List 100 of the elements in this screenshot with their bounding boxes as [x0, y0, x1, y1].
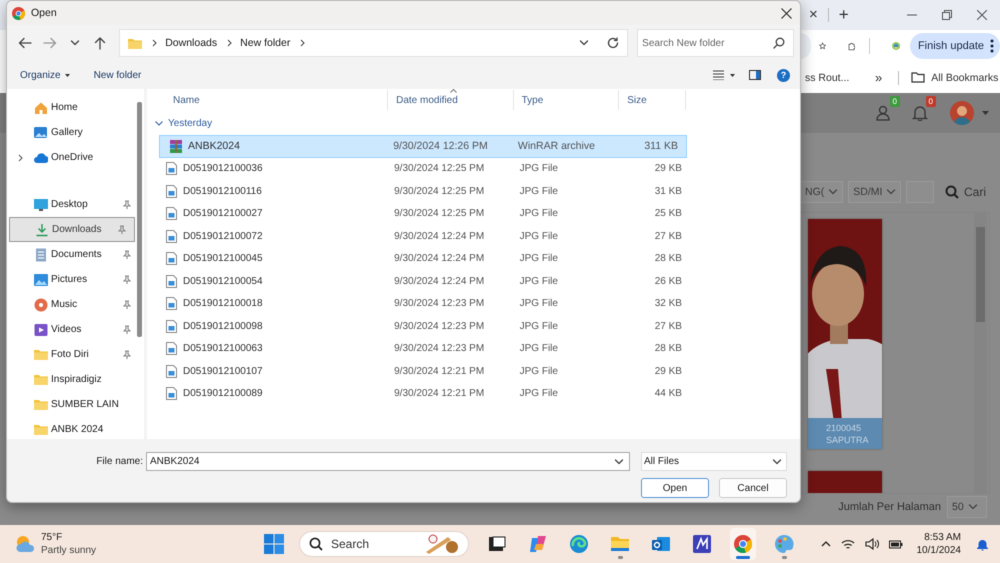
- close-icon[interactable]: [781, 8, 792, 18]
- file-name: D0519012100036: [183, 163, 263, 174]
- palette-icon: [774, 534, 794, 554]
- video-icon: [34, 322, 48, 336]
- view-list-icon[interactable]: [713, 70, 724, 80]
- sidebar-item[interactable]: Home: [9, 95, 135, 120]
- sidebar-item[interactable]: Gallery: [9, 120, 135, 145]
- task-view-icon: [487, 534, 507, 554]
- breadcrumb-item[interactable]: New folder: [240, 37, 290, 49]
- volume-icon[interactable]: [864, 538, 878, 550]
- sidebar-item[interactable]: Videos: [9, 317, 135, 342]
- file-row[interactable]: ANBK2024 9/30/2024 12:26 PM WinRAR archive 311 KB: [159, 135, 687, 158]
- clock[interactable]: 8:53 AM 10/1/2024: [916, 531, 961, 557]
- file-name: D0519012100107: [183, 366, 263, 377]
- sidebar-item[interactable]: Inspiradigiz: [9, 367, 135, 392]
- file-row[interactable]: D0519012100018 9/30/2024 12:23 PM JPG File 32 KB: [159, 292, 687, 315]
- battery-icon[interactable]: [888, 539, 902, 549]
- sidebar-item[interactable]: ANBK 2024: [9, 417, 135, 439]
- restore-icon[interactable]: [942, 10, 952, 20]
- type-cell-text: JPG File: [518, 207, 559, 222]
- student-id: 2100045: [826, 422, 862, 432]
- size-column-header[interactable]: Size: [619, 90, 686, 110]
- sidebar-item[interactable]: SUMBER LAIN: [9, 392, 135, 417]
- file-type-select[interactable]: All Files: [641, 452, 787, 471]
- file-name: D0519012100089: [183, 388, 263, 400]
- date-cell-text: 9/30/2024 12:25 PM: [393, 184, 486, 199]
- expand-chevron-icon[interactable]: [18, 154, 23, 162]
- cancel-button[interactable]: Cancel: [719, 478, 787, 498]
- chevron-right-icon: [152, 39, 158, 47]
- file-row[interactable]: D0519012100045 9/30/2024 12:24 PM JPG File 28 KB: [159, 248, 687, 270]
- sidebar-item[interactable]: Desktop: [9, 192, 135, 217]
- sidebar-item[interactable]: Music: [9, 292, 135, 317]
- image-file-icon: [166, 230, 177, 243]
- bell-icon[interactable]: [977, 538, 988, 550]
- bell-icon[interactable]: [912, 105, 928, 121]
- file-row[interactable]: D0519012100089 9/30/2024 12:21 PM JPG File 44 KB: [159, 382, 687, 405]
- type-cell-text: JPG File: [518, 230, 559, 244]
- tab-close-button[interactable]: ×: [803, 6, 824, 24]
- file-row[interactable]: D0519012100098 9/30/2024 12:23 PM JPG File 27 KB: [159, 315, 687, 338]
- new-tab-button[interactable]: +: [832, 6, 855, 24]
- file-row[interactable]: D0519012100107 9/30/2024 12:21 PM JPG File 29 KB: [159, 360, 687, 382]
- sidebar-item[interactable]: Foto Diri: [9, 342, 135, 367]
- scrollbar[interactable]: [974, 213, 987, 493]
- file-name-field[interactable]: ANBK2024: [146, 452, 630, 471]
- caret-icon: [64, 74, 70, 76]
- editor-icon: [692, 534, 712, 554]
- file-row[interactable]: D0519012100027 9/30/2024 12:25 PM JPG File 25 KB: [159, 202, 687, 225]
- sidebar-item[interactable]: Documents: [9, 242, 135, 267]
- search-button[interactable]: Cari: [938, 185, 990, 199]
- file-row[interactable]: D0519012100116 9/30/2024 12:25 PM JPG File 31 KB: [159, 180, 687, 202]
- type-column-header[interactable]: Type: [514, 90, 620, 110]
- file-row[interactable]: D0519012100036 9/30/2024 12:25 PM JPG File 29 KB: [159, 158, 687, 180]
- image-file-icon: [166, 297, 177, 310]
- new-folder-button[interactable]: New folder: [94, 70, 142, 80]
- bookmarks-overflow-button[interactable]: »: [875, 70, 882, 85]
- forward-arrow-icon: [43, 37, 58, 49]
- back-arrow-icon: [18, 37, 32, 49]
- chrome-icon: [12, 6, 25, 20]
- file-row[interactable]: D0519012100054 9/30/2024 12:24 PM JPG File 26 KB: [159, 270, 687, 292]
- sort-icon: [450, 89, 457, 93]
- date-cell-text: 9/30/2024 12:23 PM: [393, 342, 486, 356]
- image-file-icon: [166, 274, 177, 288]
- size-cell-text: 29 KB: [654, 162, 683, 176]
- count-badge: 0: [926, 96, 936, 107]
- chevron-up-icon[interactable]: [820, 541, 830, 547]
- chevron-right-icon: [227, 39, 232, 47]
- breadcrumb-item[interactable]: Downloads: [165, 37, 218, 49]
- close-icon[interactable]: [976, 10, 987, 20]
- date-cell-text: 9/30/2024 12:23 PM: [393, 297, 486, 312]
- date-column-header[interactable]: Date modified: [388, 90, 514, 110]
- chevron-down-icon: [155, 120, 163, 126]
- finish-update-button[interactable]: Finish update: [910, 33, 1000, 59]
- organize-button[interactable]: Organize: [20, 70, 70, 80]
- folder-icon: [610, 534, 630, 554]
- sidebar-item[interactable]: OneDrive: [9, 145, 135, 170]
- user-icon[interactable]: [876, 105, 892, 121]
- bookmark-link[interactable]: ss Rout...: [805, 72, 875, 84]
- weather-widget[interactable]: 75°F Partly sunny: [15, 531, 260, 557]
- preview-pane-icon[interactable]: [749, 70, 761, 80]
- search-field[interactable]: Search New folder: [637, 29, 794, 57]
- wifi-icon[interactable]: [840, 538, 854, 550]
- address-bar[interactable]: Downloads New folder: [119, 29, 628, 57]
- windows-start-icon[interactable]: [264, 534, 284, 554]
- help-button[interactable]: ?: [777, 68, 790, 82]
- date-cell-text: 9/30/2024 12:25 PM: [393, 207, 486, 222]
- caret-icon[interactable]: [730, 74, 735, 76]
- all-bookmarks-button[interactable]: All Bookmarks: [911, 72, 998, 84]
- sidebar-item[interactable]: Downloads: [9, 217, 135, 242]
- open-button[interactable]: Open: [641, 478, 709, 498]
- sidebar-item[interactable]: Pictures: [9, 267, 135, 292]
- type-cell-text: JPG File: [518, 184, 559, 199]
- name-column-header[interactable]: Name: [160, 90, 388, 110]
- taskbar-search[interactable]: Search: [299, 531, 469, 557]
- file-row[interactable]: D0519012100072 9/30/2024 12:24 PM JPG File 27 KB: [159, 225, 687, 248]
- up-arrow-icon: [94, 36, 106, 50]
- avatar-icon[interactable]: [950, 101, 974, 125]
- date-cell-text: 9/30/2024 12:24 PM: [393, 252, 486, 266]
- group-header[interactable]: Yesterday: [155, 111, 800, 135]
- download-icon: [35, 222, 49, 236]
- file-row[interactable]: D0519012100063 9/30/2024 12:23 PM JPG File 28 KB: [159, 338, 687, 360]
